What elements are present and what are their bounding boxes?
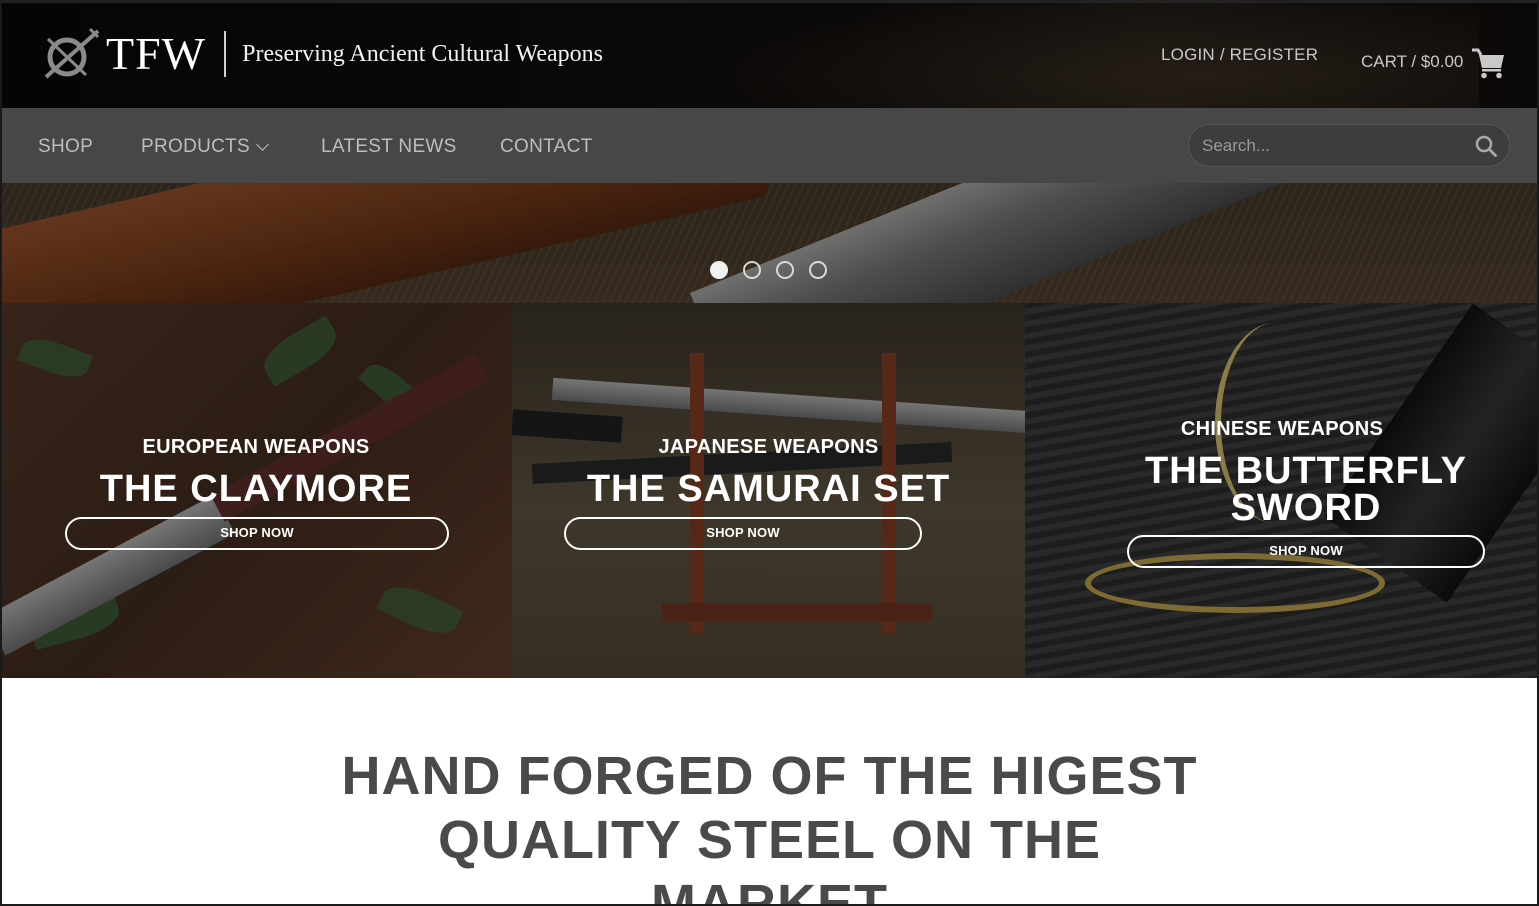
hero-slider[interactable] — [0, 183, 1539, 303]
crossed-swords-logo-icon — [44, 27, 100, 79]
slider-pagination — [710, 261, 827, 279]
category-subtitle: JAPANESE WEAPONS — [658, 436, 879, 458]
page-headline: HAND FORGED OF THE HIGEST QUALITY STEEL … — [341, 746, 1198, 906]
search-input[interactable] — [1189, 135, 1459, 156]
shop-now-button-european[interactable]: SHOP NOW — [65, 517, 449, 550]
nav-item-contact[interactable]: CONTACT — [500, 136, 593, 158]
shop-now-button-chinese[interactable]: SHOP NOW — [1127, 535, 1485, 568]
top-header: TFW Preserving Ancient Cultural Weapons … — [0, 0, 1539, 108]
category-banner-chinese[interactable]: CHINESE WEAPONS THE BUTTERFLY SWORD SHOP… — [1025, 303, 1539, 678]
logo-text: TFW — [106, 28, 207, 79]
category-subtitle: EUROPEAN WEAPONS — [142, 436, 370, 458]
shop-now-button-japanese[interactable]: SHOP NOW — [564, 517, 922, 550]
main-content: HAND FORGED OF THE HIGEST QUALITY STEEL … — [0, 678, 1539, 906]
category-banner-european[interactable]: EUROPEAN WEAPONS THE CLAYMORE SHOP NOW — [0, 303, 512, 678]
cart-label: CART / $0.00 — [1361, 52, 1464, 71]
logo-divider — [224, 31, 227, 77]
slider-dot-2[interactable] — [743, 261, 761, 279]
nav-item-products[interactable]: PRODUCTS — [141, 136, 269, 158]
chevron-down-icon — [256, 138, 269, 151]
shopping-cart-icon — [1472, 48, 1505, 79]
slider-dot-3[interactable] — [776, 261, 794, 279]
category-title: THE CLAYMORE — [99, 468, 413, 510]
site-logo[interactable]: TFW Preserving Ancient Cultural Weapons — [40, 26, 603, 82]
nav-item-latest-news[interactable]: LATEST NEWS — [321, 136, 457, 158]
nav-item-shop[interactable]: SHOP — [38, 136, 93, 158]
site-tagline: Preserving Ancient Cultural Weapons — [242, 40, 603, 67]
search-icon[interactable] — [1475, 135, 1497, 157]
login-register-link[interactable]: LOGIN / REGISTER — [1161, 45, 1318, 65]
slider-dot-4[interactable] — [809, 261, 827, 279]
category-banner-japanese[interactable]: JAPANESE WEAPONS THE SAMURAI SET SHOP NO… — [512, 303, 1025, 678]
cart-link[interactable]: CART / $0.00 — [1361, 45, 1505, 79]
slider-dot-1[interactable] — [710, 261, 728, 279]
category-title: THE BUTTERFLY SWORD — [1145, 450, 1467, 529]
category-title: THE SAMURAI SET — [586, 468, 951, 510]
hero-overlay — [0, 183, 1539, 303]
search-box — [1188, 124, 1510, 167]
category-subtitle: CHINESE WEAPONS — [1180, 418, 1384, 440]
header-background-texture — [579, 0, 1479, 108]
nav-item-products-label: PRODUCTS — [141, 136, 251, 157]
